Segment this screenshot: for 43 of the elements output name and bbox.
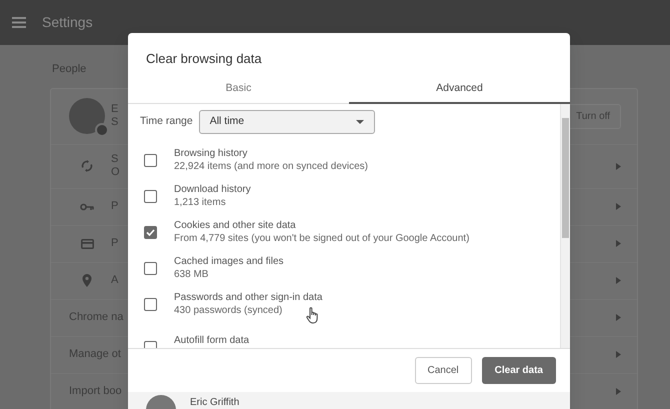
tab[interactable]: Advanced [349, 74, 570, 104]
clear-data-button[interactable]: Clear data [482, 357, 556, 384]
item-detail: 638 MB [174, 268, 208, 282]
app-title: Settings [42, 13, 93, 32]
chevron-right-icon[interactable] [616, 203, 621, 210]
chevron-right-icon[interactable] [616, 240, 621, 247]
avatar-badge [95, 123, 109, 137]
tab[interactable]: Basic [128, 74, 349, 104]
item-title: Download history [174, 182, 251, 196]
chevron-right-icon[interactable] [616, 388, 621, 395]
menu-icon[interactable] [12, 17, 26, 28]
key-icon [80, 202, 94, 210]
time-range-select[interactable]: All time [198, 110, 375, 134]
time-range-label: Time range [140, 114, 193, 130]
scrollbar[interactable] [560, 104, 570, 348]
checkbox[interactable] [144, 154, 157, 167]
dropdown-arrow-icon [356, 120, 364, 124]
sync-icon [81, 160, 93, 172]
chevron-right-icon[interactable] [616, 162, 621, 170]
chevron-right-icon[interactable] [616, 314, 621, 321]
chevron-right-icon[interactable] [616, 351, 621, 358]
checkmark-icon [146, 228, 155, 236]
item-detail: From 4,779 sites (you won't be signed out of your Google Account) [174, 232, 470, 246]
location-pin-icon [82, 274, 92, 287]
hand-pointer-icon [306, 307, 320, 324]
item-title: Cookies and other site data [174, 218, 296, 232]
checkbox[interactable] [144, 298, 157, 311]
checkbox[interactable] [144, 226, 157, 239]
chevron-right-icon[interactable] [616, 277, 621, 284]
account-name: Eric Griffith [190, 396, 240, 409]
item-detail: 1,213 items [174, 196, 226, 210]
item-detail: 430 passwords (synced) [174, 304, 282, 318]
item-title: Passwords and other sign-in data [174, 290, 322, 304]
checkbox[interactable] [144, 190, 157, 203]
dialog-title: Clear browsing data [145, 50, 263, 68]
credit-card-icon [80, 238, 94, 248]
scrollbar-thumb[interactable] [562, 118, 569, 238]
item-title: Browsing history [174, 146, 248, 160]
checkbox[interactable] [144, 262, 157, 275]
item-detail: 22,924 items (and more on synced devices) [174, 160, 368, 174]
cancel-button[interactable]: Cancel [414, 357, 472, 384]
item-title: Autofill form data [174, 334, 250, 347]
item-title: Cached images and files [174, 254, 284, 268]
